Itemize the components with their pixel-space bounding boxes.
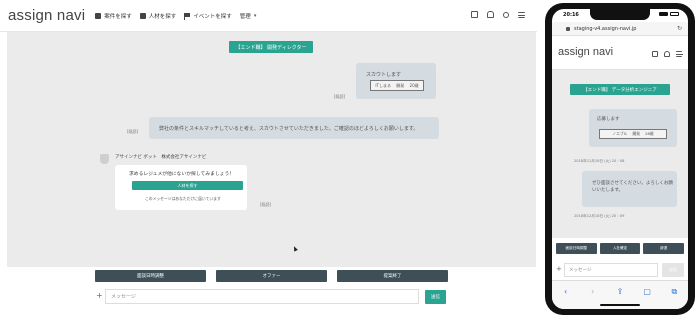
mouse-cursor-icon: [292, 245, 298, 252]
end-proposal-button[interactable]: 提案終了: [337, 270, 448, 282]
chat-area[interactable]: 【エンド職】 開発ディレクター スカウトします ITしまる 開発 20歳 [既読…: [7, 32, 536, 267]
phone-frame: 20:16 staging-v4.assign-navi.jp ↻ assign…: [545, 3, 695, 315]
top-navbar: assign navi 案件を探す 人材を探す イベントを探す 管理 ▾: [0, 0, 537, 32]
nav-label: イベントを探す: [193, 13, 232, 20]
tabs-icon[interactable]: ⧉: [667, 287, 681, 297]
mobile-action-buttons: 面談日時調整 入社確定 辞退: [552, 238, 688, 260]
url-text: staging-v4.assign-navi.jp: [574, 26, 637, 32]
header-icons: [471, 11, 525, 18]
message-bubble-sent: スカウトします ITしまる 開発 20歳: [356, 63, 436, 99]
bell-icon[interactable]: [487, 11, 494, 18]
mail-icon[interactable]: [652, 51, 658, 57]
header-icons: [652, 51, 683, 57]
status-time: 20:16: [563, 12, 579, 18]
nav-find-talent[interactable]: 人材を探す: [139, 12, 177, 20]
chevron-down-icon: ▾: [253, 12, 257, 19]
phone-screen: 20:16 staging-v4.assign-navi.jp ↻ assign…: [552, 9, 688, 309]
message-input[interactable]: メッセージ: [105, 289, 419, 304]
message-bubble-sent: ぜひ面談させてください。よろしくお願いいたします。: [582, 171, 677, 207]
nav-label: 人材を探す: [148, 13, 177, 20]
read-status: [既読]: [127, 129, 139, 134]
screenshot-stage: assign navi 案件を探す 人材を探す イベントを探す 管理 ▾ 【エン…: [0, 0, 700, 320]
message-text: 応募します: [597, 117, 620, 122]
signal-icon: [659, 12, 668, 16]
read-status: [既読]: [334, 94, 346, 99]
send-button[interactable]: 送信: [662, 263, 684, 277]
confirm-hire-button[interactable]: 入社確定: [599, 243, 641, 254]
app-logo[interactable]: assign navi: [558, 46, 613, 58]
status-indicators: [659, 12, 679, 16]
mobile-input-row: + メッセージ 送信: [552, 260, 688, 280]
nav-find-events[interactable]: イベントを探す: [184, 12, 232, 20]
message-timestamp: 2018年12月18日 (火) 20 : 09: [574, 214, 625, 218]
room-title-button[interactable]: 【エンド職】 開発ディレクター: [229, 41, 313, 53]
mobile-chat-area[interactable]: 【エンド職】 データ分析エンジニア 応募します ノエブル 開発 28歳 2018…: [552, 70, 688, 238]
nav-label: 管理: [239, 13, 251, 20]
message-text: スカウトします: [366, 72, 402, 78]
bot-note: このメッセージはあなただけに届いています: [145, 196, 221, 201]
back-icon[interactable]: ‹: [559, 287, 573, 296]
person-icon: [139, 12, 146, 19]
nav-label: 案件を探す: [104, 13, 132, 20]
menu-icon[interactable]: [676, 51, 683, 57]
mobile-header: assign navi: [552, 36, 688, 70]
bookmarks-icon[interactable]: ▢: [640, 287, 654, 296]
message-bubble-sent: 応募します ノエブル 開発 28歳: [589, 109, 677, 147]
app-logo[interactable]: assign navi: [8, 7, 85, 24]
menu-icon[interactable]: [518, 11, 525, 18]
forward-icon[interactable]: ›: [586, 287, 600, 296]
message-bubble-sent: 弊社の条件とスキルマッチしていると考え、スカウトさせていただきました。ご確認のほ…: [149, 117, 439, 139]
bot-avatar: [100, 154, 109, 164]
phone-notch: [590, 9, 650, 20]
mail-icon[interactable]: [471, 11, 478, 18]
home-indicator: [600, 304, 640, 306]
room-title-button[interactable]: 【エンド職】 データ分析エンジニア: [570, 84, 670, 95]
nav-find-projects[interactable]: 案件を探す: [95, 12, 132, 20]
read-status: [既読]: [260, 202, 272, 207]
browser-url-bar[interactable]: staging-v4.assign-navi.jp ↻: [552, 22, 688, 36]
offer-button[interactable]: オファー: [216, 270, 327, 282]
lock-icon: [566, 27, 570, 31]
attached-profile-card[interactable]: ノエブル 開発 28歳: [599, 129, 667, 139]
main-nav: 案件を探す 人材を探す イベントを探す 管理 ▾: [95, 12, 256, 20]
attach-plus-icon[interactable]: +: [556, 265, 562, 273]
bot-question: 求めるレジュメが他にないか探してみましょう！: [129, 172, 235, 177]
user-icon[interactable]: [503, 11, 509, 18]
action-buttons: 面談日時調整 オファー 提案終了: [95, 270, 448, 282]
nav-manage[interactable]: 管理 ▾: [240, 12, 257, 20]
folder-icon: [95, 12, 102, 19]
message-text: ぜひ面談させてください。よろしくお願いいたします。: [592, 181, 673, 193]
bot-sender-name: アサインナビ ボット 株式会社アサインナビ: [115, 155, 207, 160]
attach-plus-icon[interactable]: +: [96, 291, 103, 300]
share-icon[interactable]: ⇪: [613, 287, 627, 296]
schedule-interview-button[interactable]: 面談日時調整: [95, 270, 206, 282]
attached-profile-card[interactable]: ITしまる 開発 20歳: [370, 80, 424, 91]
message-timestamp: 2018年12月18日 (火) 20 : 08: [574, 159, 625, 163]
schedule-interview-button[interactable]: 面談日時調整: [556, 243, 597, 254]
message-input[interactable]: メッセージ: [564, 263, 658, 277]
bot-message-card: 求めるレジュメが他にないか探してみましょう！ 人材を探す このメッセージはあなた…: [115, 165, 247, 210]
battery-icon: [670, 12, 679, 16]
decline-button[interactable]: 辞退: [643, 243, 685, 254]
bell-icon[interactable]: [664, 51, 670, 57]
desktop-view: assign navi 案件を探す 人材を探す イベントを探す 管理 ▾ 【エン…: [0, 0, 537, 320]
message-text: 弊社の条件とスキルマッチしていると考え、スカウトさせていただきました。ご確認のほ…: [159, 126, 419, 132]
flag-icon: [184, 12, 191, 20]
reload-icon[interactable]: ↻: [677, 25, 682, 32]
find-talent-button[interactable]: 人材を探す: [132, 181, 243, 190]
send-button[interactable]: 送信: [425, 290, 446, 304]
